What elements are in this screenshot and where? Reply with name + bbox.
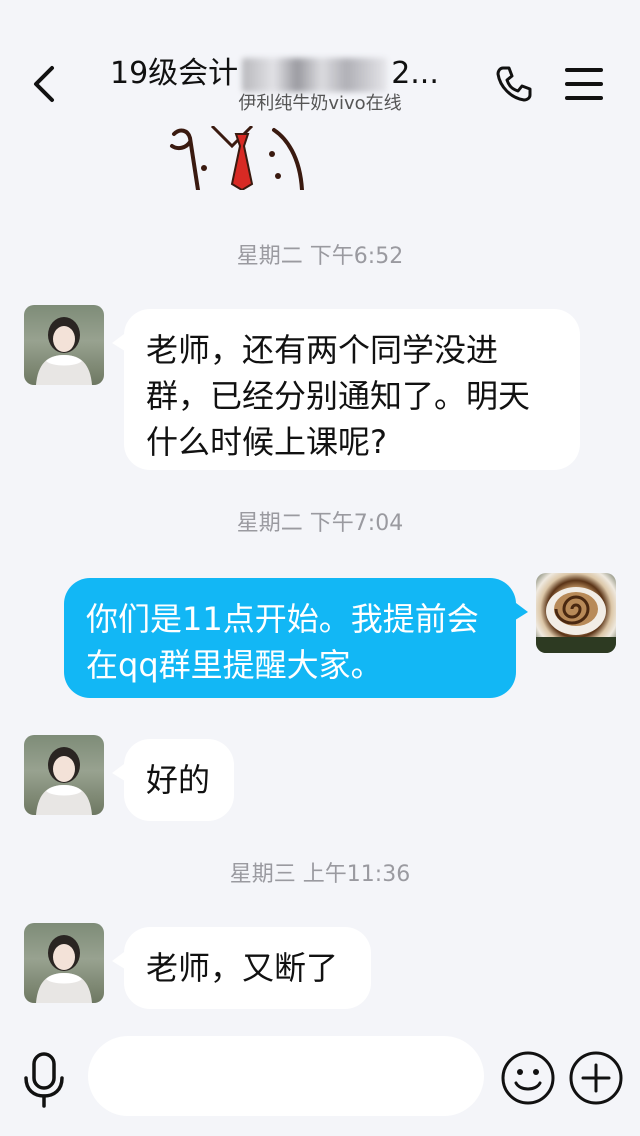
outgoing-message-bubble[interactable]: 你们是11点开始。我提前会 在qq群里提醒大家。 (64, 578, 528, 698)
redacted-name-blur (242, 57, 388, 92)
voice-button[interactable] (22, 1050, 66, 1110)
smiley-icon (501, 1051, 555, 1105)
contact-avatar[interactable] (24, 923, 104, 1003)
chat-subtitle: 伊利纯牛奶vivo在线 (238, 93, 402, 114)
bubble-tail (112, 761, 128, 783)
incoming-message-bubble[interactable]: 老师，还有两个同学没进 群，已经分别通知了。明天 什么时候上课呢? (112, 309, 580, 470)
message-input[interactable] (88, 1036, 484, 1116)
timestamp: 星期三 上午11:36 (229, 862, 411, 887)
message-line: 老师，还有两个同学没进 (146, 331, 499, 369)
chat-title-tail: 2... (391, 56, 439, 91)
coffee-cup-icon (536, 587, 616, 653)
incoming-message-bubble[interactable]: 好的 (112, 739, 234, 821)
avatar-portrait-icon (36, 935, 92, 1003)
call-button[interactable] (494, 64, 534, 104)
bubble-tail (512, 600, 528, 622)
menu-button[interactable] (564, 66, 604, 102)
sticker-image[interactable] (168, 126, 310, 190)
hamburger-menu-icon (565, 68, 603, 100)
my-avatar[interactable] (536, 573, 616, 653)
timestamp: 星期二 下午6:52 (236, 244, 404, 269)
message-line: 什么时候上课呢? (146, 423, 387, 461)
emoji-button[interactable] (500, 1050, 556, 1106)
message-line: 你们是11点开始。我提前会 (86, 600, 479, 638)
message-line: 在qq群里提醒大家。 (86, 646, 383, 684)
chat-title[interactable]: 19级会计 2... (110, 54, 460, 94)
contact-avatar[interactable] (24, 735, 104, 815)
bubble-tail (112, 949, 128, 971)
message-line: 好的 (146, 761, 211, 799)
plus-circle-icon (569, 1051, 623, 1105)
cartoon-sticker-icon (170, 126, 304, 190)
message-line: 群，已经分别通知了。明天 (146, 377, 531, 415)
avatar-portrait-icon (36, 747, 92, 815)
message-line: 老师，又断了 (146, 949, 339, 987)
avatar-portrait-icon (36, 317, 92, 385)
contact-avatar[interactable] (24, 305, 104, 385)
more-button[interactable] (568, 1050, 624, 1106)
microphone-icon (24, 1052, 64, 1108)
incoming-message-bubble[interactable]: 老师，又断了 (112, 927, 371, 1009)
input-bar (0, 1030, 640, 1136)
chat-header: 19级会计 2... 伊利纯牛奶vivo在线 (0, 0, 640, 120)
timestamp: 星期二 下午7:04 (236, 511, 404, 536)
chat-title-text: 19级会计 (110, 56, 239, 91)
bubble-tail (112, 331, 128, 353)
phone-icon (496, 66, 532, 102)
